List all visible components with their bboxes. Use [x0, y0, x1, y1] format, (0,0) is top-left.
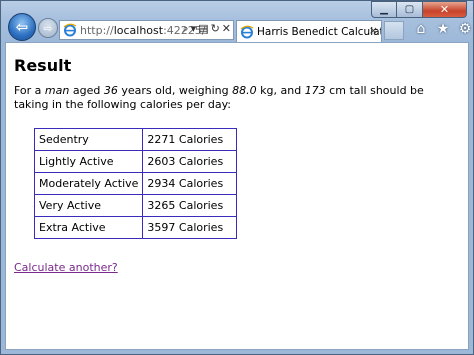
favorites-star-icon[interactable]: ★ [435, 21, 451, 37]
back-button[interactable]: ⇦ [8, 13, 36, 41]
table-row: Very Active 3265 Calories [33, 194, 237, 217]
weight-value: 88.0 [232, 84, 257, 97]
arrow-left-icon: ⇦ [15, 18, 29, 36]
activity-level: Sedentry [33, 128, 144, 151]
calorie-value: 2603 Calories [142, 150, 237, 173]
ie-logo-icon [63, 23, 77, 37]
tab-active[interactable]: Harris Benedict Calculator ... × [236, 20, 382, 42]
window-controls: ▁ ▢ ✕ [371, 1, 467, 18]
result-intro: For a man aged 36 years old, weighing 88… [14, 84, 424, 111]
table-row: Sedentry 2271 Calories [33, 128, 237, 151]
activity-level: Very Active [33, 194, 144, 217]
calorie-value: 2271 Calories [142, 128, 237, 151]
ie-logo-icon [240, 25, 254, 38]
browser-window: ▁ ▢ ✕ ⇦ ⇨ http://localhost:42225/I ⌕ ▾ ▤… [0, 0, 474, 355]
arrow-right-icon: ⇨ [43, 21, 53, 35]
address-bar[interactable]: http://localhost:42225/I ⌕ ▾ ▤ ↻ ✕ [59, 20, 234, 40]
home-icon[interactable]: ⌂ [413, 21, 429, 37]
search-icon[interactable]: ⌕ [182, 22, 188, 36]
new-tab-button[interactable] [384, 21, 404, 40]
toolbar-icons: ⌂ ★ ⚙ [413, 21, 473, 37]
tools-gear-icon[interactable]: ⚙ [457, 21, 473, 37]
table-row: Lightly Active 2603 Calories [33, 150, 237, 173]
address-buttons: ⌕ ▾ ▤ ↻ ✕ [182, 22, 231, 36]
tab-close-icon[interactable]: × [369, 24, 378, 37]
calculate-another-link[interactable]: Calculate another? [14, 261, 118, 274]
compatibility-view-icon[interactable]: ▤ [198, 22, 208, 36]
maximize-button[interactable]: ▢ [397, 1, 423, 18]
height-value: 173 [304, 84, 326, 97]
activity-level: Lightly Active [33, 150, 144, 173]
calorie-value: 2934 Calories [142, 172, 237, 195]
calorie-value: 3265 Calories [142, 194, 237, 217]
tab-title: Harris Benedict Calculator ... [257, 25, 381, 38]
page-content: Result For a man aged 36 years old, weig… [5, 42, 469, 350]
activity-level: Moderately Active [33, 172, 144, 195]
table-row: Extra Active 3597 Calories [33, 216, 237, 239]
calorie-value: 3597 Calories [142, 216, 237, 239]
activity-level: Extra Active [33, 216, 144, 239]
close-window-button[interactable]: ✕ [423, 1, 467, 18]
dropdown-arrow-icon[interactable]: ▾ [191, 22, 197, 36]
table-row: Moderately Active 2934 Calories [33, 172, 237, 195]
stop-icon[interactable]: ✕ [222, 22, 231, 36]
page-title: Result [14, 56, 72, 75]
calories-table: Sedentry 2271 Calories Lightly Active 26… [33, 128, 237, 239]
minimize-button[interactable]: ▁ [371, 1, 397, 18]
refresh-icon[interactable]: ↻ [211, 22, 220, 36]
age-value: 36 [103, 84, 118, 97]
gender-value: man [44, 84, 70, 97]
forward-button[interactable]: ⇨ [38, 18, 58, 38]
